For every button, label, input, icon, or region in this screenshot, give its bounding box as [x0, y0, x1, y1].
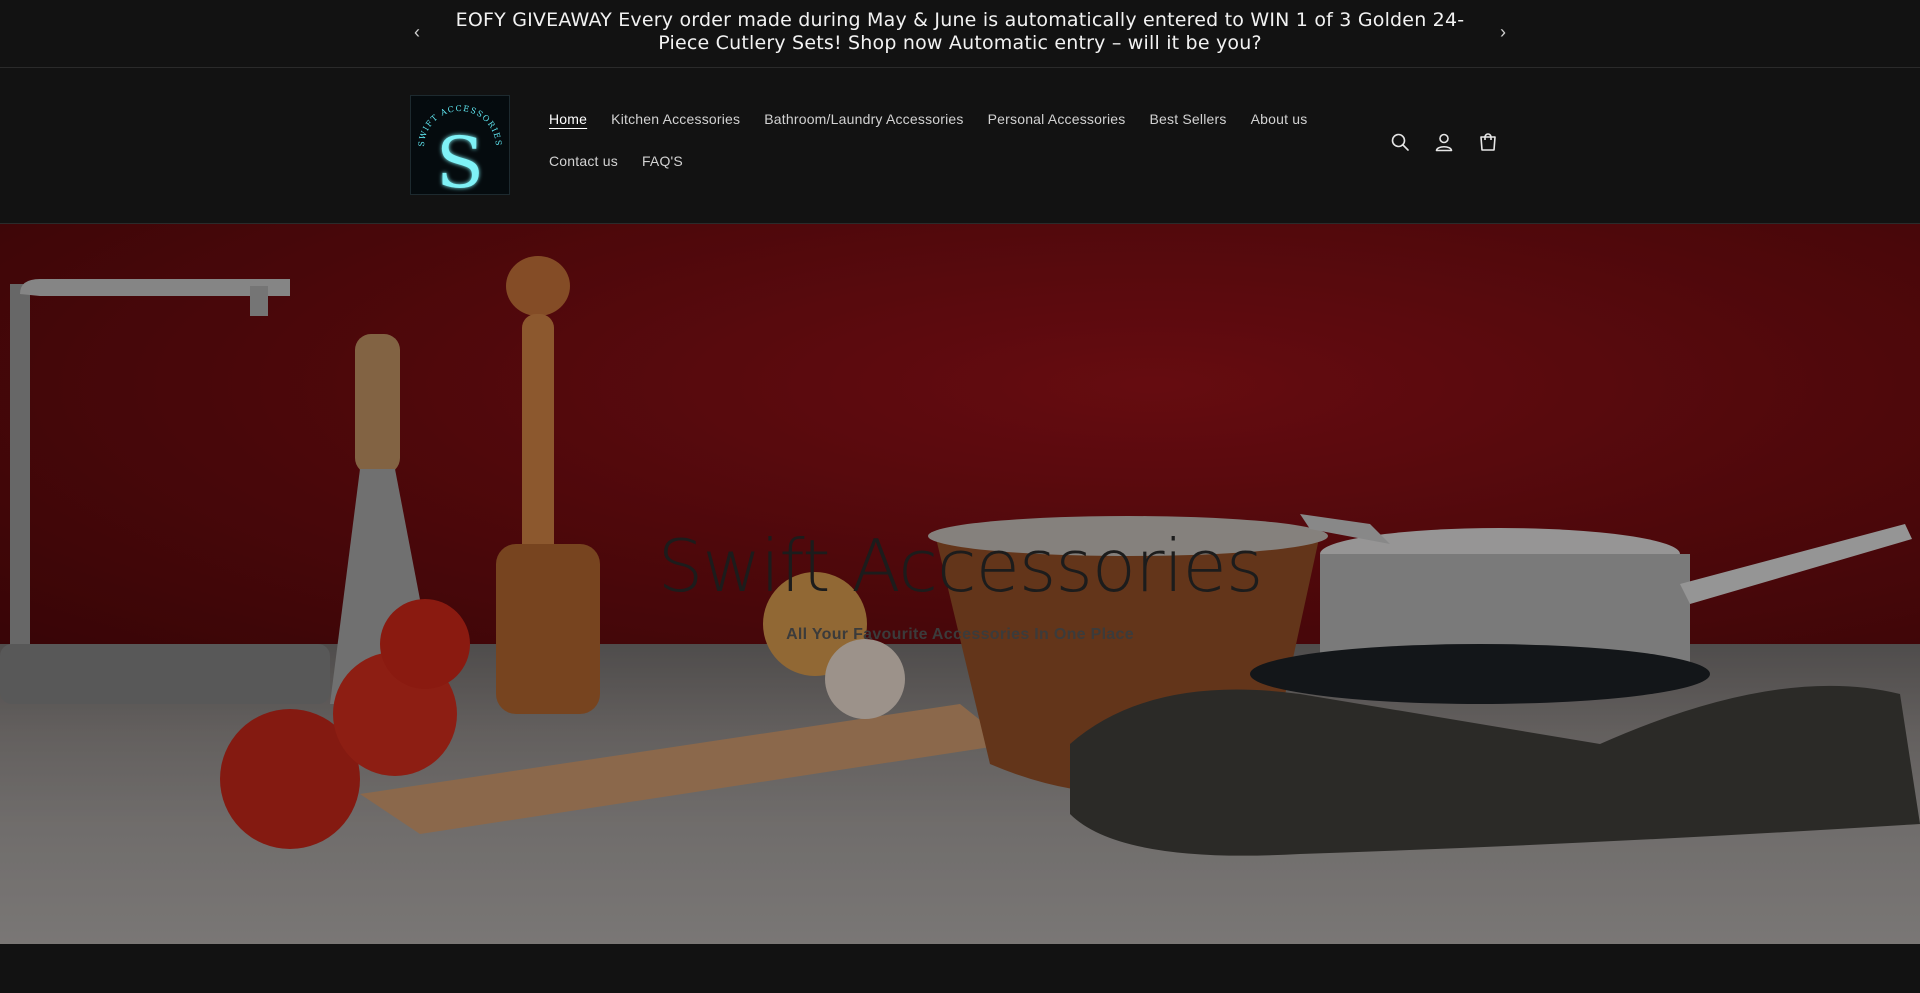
- nav-row-1: Home Kitchen Accessories Bathroom/Laundr…: [549, 98, 1349, 140]
- cart-button[interactable]: [1478, 132, 1498, 152]
- nav-link-personal-accessories[interactable]: Personal Accessories: [988, 111, 1126, 127]
- nav-link-best-sellers[interactable]: Best Sellers: [1149, 111, 1226, 127]
- account-icon: [1435, 133, 1453, 152]
- nav-link-faqs[interactable]: FAQ'S: [642, 153, 683, 169]
- nav-link-contact-us[interactable]: Contact us: [549, 153, 618, 169]
- account-button[interactable]: [1434, 132, 1454, 152]
- nav-row-2: Contact us FAQ'S: [549, 140, 1349, 182]
- logo-image: SWIFT ACCESSORIES S: [417, 104, 502, 195]
- announcement-bar: ‹ EOFY GIVEAWAY Every order made during …: [0, 0, 1920, 68]
- page-bottom-section: [0, 944, 1920, 993]
- announcement-message[interactable]: EOFY GIVEAWAY Every order made during Ma…: [450, 9, 1470, 55]
- search-button[interactable]: [1390, 132, 1410, 152]
- nav-link-bathroom-laundry-accessories[interactable]: Bathroom/Laundry Accessories: [764, 111, 963, 127]
- site-header: SWIFT ACCESSORIES S Home Kitchen Accesso…: [0, 68, 1920, 224]
- nav-link-kitchen-accessories[interactable]: Kitchen Accessories: [611, 111, 740, 127]
- nav-link-about-us[interactable]: About us: [1251, 111, 1308, 127]
- search-icon: [1391, 133, 1409, 151]
- chevron-right-icon: ›: [1500, 22, 1506, 42]
- main-navigation: Home Kitchen Accessories Bathroom/Laundr…: [549, 98, 1349, 182]
- hero-banner: Swift Accessories All Your Favourite Acc…: [0, 224, 1920, 944]
- hero-title: Swift Accessories: [657, 524, 1264, 608]
- announcement-prev-button[interactable]: ‹: [407, 22, 427, 42]
- svg-text:S: S: [436, 122, 484, 195]
- header-icons: [1390, 132, 1498, 152]
- nav-link-home[interactable]: Home: [549, 111, 587, 127]
- cart-icon: [1480, 133, 1496, 151]
- store-logo[interactable]: SWIFT ACCESSORIES S: [410, 95, 510, 195]
- announcement-next-button[interactable]: ›: [1493, 22, 1513, 42]
- chevron-left-icon: ‹: [414, 22, 420, 42]
- hero-subtitle: All Your Favourite Accessories In One Pl…: [786, 626, 1134, 643]
